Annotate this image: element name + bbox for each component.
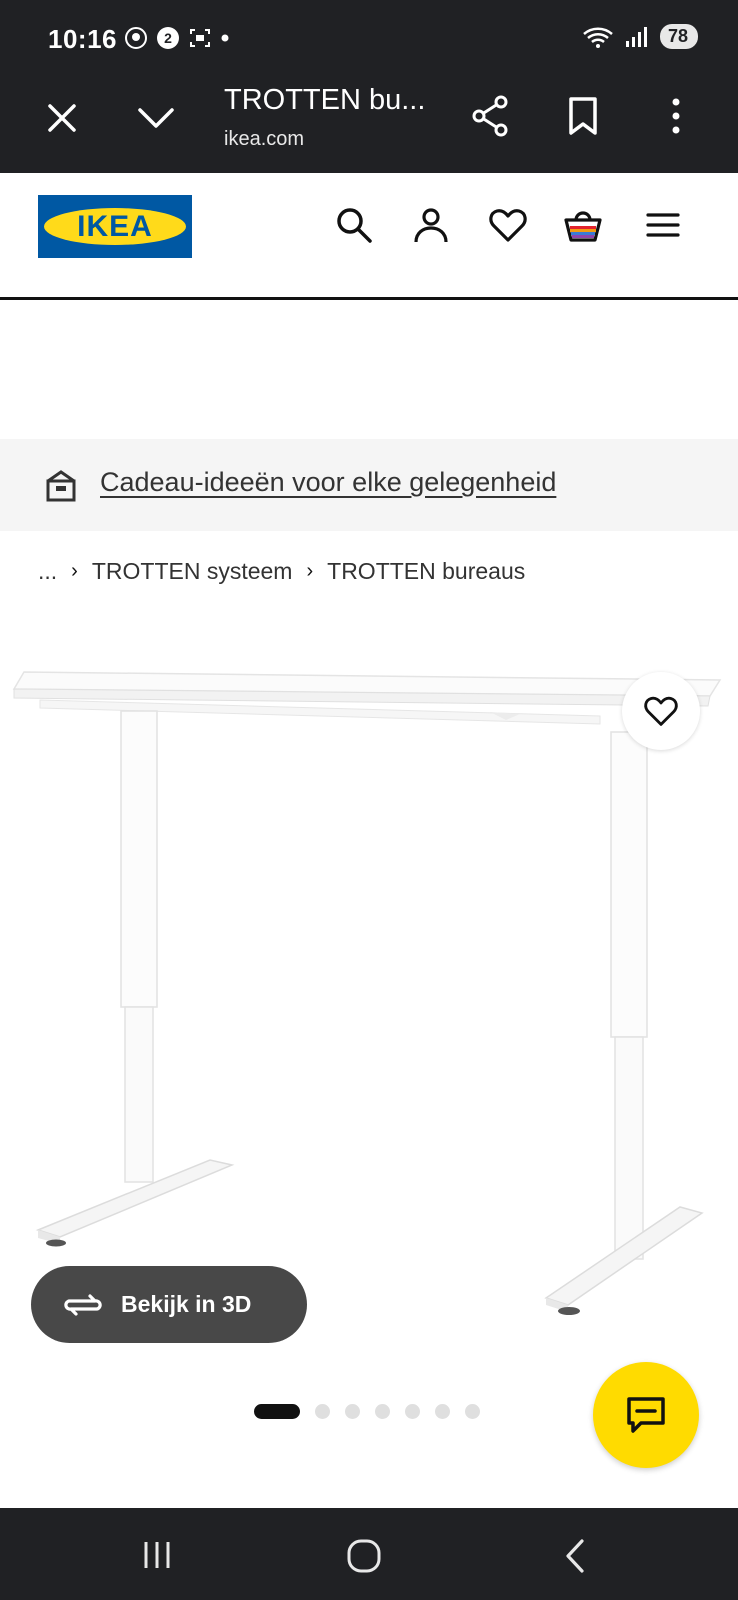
logo-text: IKEA — [77, 210, 153, 243]
view-in-3d-label: Bekijk in 3D — [121, 1291, 252, 1317]
carousel-dot[interactable] — [465, 1404, 480, 1419]
tab-url: ikea.com — [224, 128, 305, 150]
gift-box-icon — [46, 470, 76, 502]
breadcrumb-ellipsis[interactable]: ... — [38, 558, 57, 585]
ikea-logo[interactable]: IKEA — [38, 195, 192, 258]
recent-apps-icon[interactable] — [140, 1538, 174, 1572]
view-in-3d-button[interactable]: Bekijk in 3D — [31, 1266, 307, 1343]
image-carousel-indicator — [254, 1404, 480, 1419]
heart-icon[interactable] — [488, 205, 528, 245]
product-image[interactable] — [0, 640, 738, 1360]
chevron-down-icon[interactable] — [132, 98, 180, 138]
svg-text:2: 2 — [164, 30, 172, 46]
smile-notification-icon — [125, 27, 147, 49]
chevron-right-icon: › — [71, 560, 78, 582]
favorite-button[interactable] — [622, 672, 700, 750]
status-system-icons: 78 — [582, 24, 698, 49]
desk-illustration — [12, 671, 722, 1315]
rotate-3d-icon — [64, 1293, 102, 1316]
home-icon[interactable] — [346, 1538, 382, 1574]
heart-icon — [644, 696, 678, 726]
shopping-bag-icon[interactable] — [563, 205, 603, 245]
system-navigation-bar — [0, 1508, 738, 1600]
close-icon[interactable] — [42, 98, 82, 138]
search-icon[interactable] — [334, 205, 374, 245]
breadcrumb-item-trotten-bureaus[interactable]: TROTTEN bureaus — [327, 558, 525, 585]
site-header: IKEA — [0, 173, 738, 300]
screenshot-icon — [190, 29, 210, 47]
tab-title: TROTTEN bu... — [224, 84, 426, 116]
dot-icon — [221, 34, 229, 42]
wifi-icon — [583, 27, 613, 48]
more-vertical-icon[interactable] — [668, 96, 684, 136]
number-badge-icon: 2 — [157, 27, 179, 49]
status-time: 10:16 — [48, 24, 117, 54]
promo-banner[interactable]: Cadeau-ideeën voor elke gelegenheid — [0, 439, 738, 531]
carousel-dot[interactable] — [435, 1404, 450, 1419]
battery-indicator: 78 — [659, 24, 698, 49]
chevron-right-icon: › — [306, 560, 314, 582]
bookmark-icon[interactable] — [566, 96, 600, 136]
breadcrumb-item-trotten-systeem[interactable]: TROTTEN systeem — [92, 558, 293, 585]
status-notification-icons: 2 — [124, 26, 230, 50]
breadcrumb: ... › TROTTEN systeem › TROTTEN bureaus — [38, 558, 525, 585]
carousel-dot[interactable] — [405, 1404, 420, 1419]
signal-icon — [625, 26, 647, 47]
carousel-dot[interactable] — [315, 1404, 330, 1419]
chat-bubble-icon — [627, 1397, 665, 1433]
browser-top-bar: 10:16 2 78 TROTTEN bu... ikea.com — [0, 0, 738, 173]
promo-link[interactable]: Cadeau-ideeën voor elke gelegenheid — [100, 467, 556, 498]
carousel-dot-active[interactable] — [254, 1404, 300, 1419]
logo-oval: IKEA — [44, 208, 186, 245]
carousel-dot[interactable] — [345, 1404, 360, 1419]
menu-icon[interactable] — [643, 205, 683, 245]
carousel-dot[interactable] — [375, 1404, 390, 1419]
user-icon[interactable] — [411, 205, 451, 245]
back-icon[interactable] — [560, 1538, 590, 1574]
share-icon[interactable] — [470, 94, 510, 138]
chat-button[interactable] — [593, 1362, 699, 1468]
